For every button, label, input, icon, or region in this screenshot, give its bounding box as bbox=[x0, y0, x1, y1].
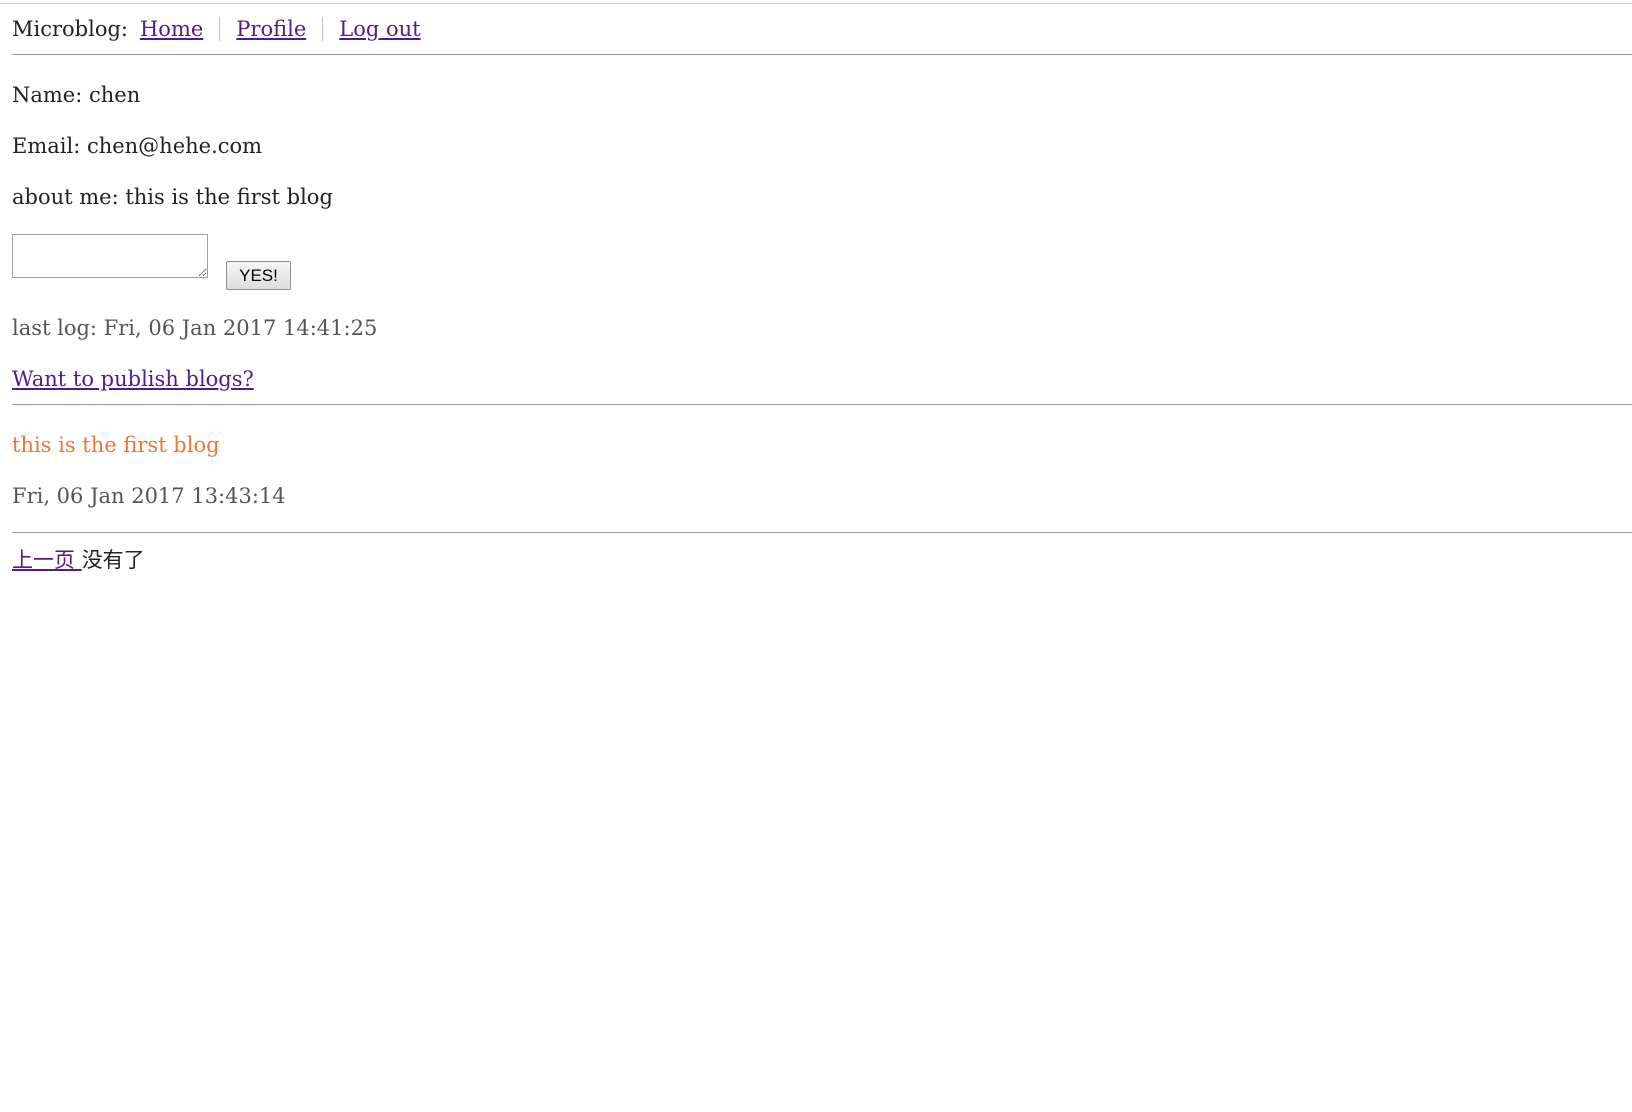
nav-separator bbox=[219, 17, 221, 41]
profile-about: about me: this is the first blog bbox=[12, 185, 333, 209]
publish-link-row: Want to publish blogs? bbox=[12, 366, 254, 392]
nav-logout-link[interactable]: Log out bbox=[339, 17, 420, 41]
post-textarea[interactable] bbox=[12, 234, 208, 278]
nav-separator bbox=[322, 17, 324, 41]
nav-profile-link[interactable]: Profile bbox=[236, 17, 306, 41]
pagination-none-label: 没有了 bbox=[81, 548, 145, 572]
navbar: Microblog: Home Profile Log out bbox=[12, 14, 421, 44]
content-divider bbox=[12, 404, 1632, 405]
nav-home-link[interactable]: Home bbox=[140, 17, 203, 41]
submit-button[interactable]: YES! bbox=[226, 261, 291, 290]
profile-name: Name: chen bbox=[12, 83, 141, 107]
publish-blogs-link[interactable]: Want to publish blogs? bbox=[12, 367, 254, 391]
post-timestamp: Fri, 06 Jan 2017 13:43:14 bbox=[12, 484, 286, 508]
last-log: last log: Fri, 06 Jan 2017 14:41:25 bbox=[12, 316, 378, 340]
pagination: 上一页 没有了 bbox=[12, 547, 145, 573]
profile-email: Email: chen@hehe.com bbox=[12, 134, 263, 158]
header-divider bbox=[12, 54, 1632, 55]
pagination-prev-link[interactable]: 上一页 bbox=[12, 548, 82, 572]
brand-label: Microblog: bbox=[12, 17, 128, 41]
top-edge-divider bbox=[0, 3, 1632, 4]
post-divider bbox=[12, 532, 1632, 533]
post-body: this is the first blog bbox=[12, 433, 220, 457]
